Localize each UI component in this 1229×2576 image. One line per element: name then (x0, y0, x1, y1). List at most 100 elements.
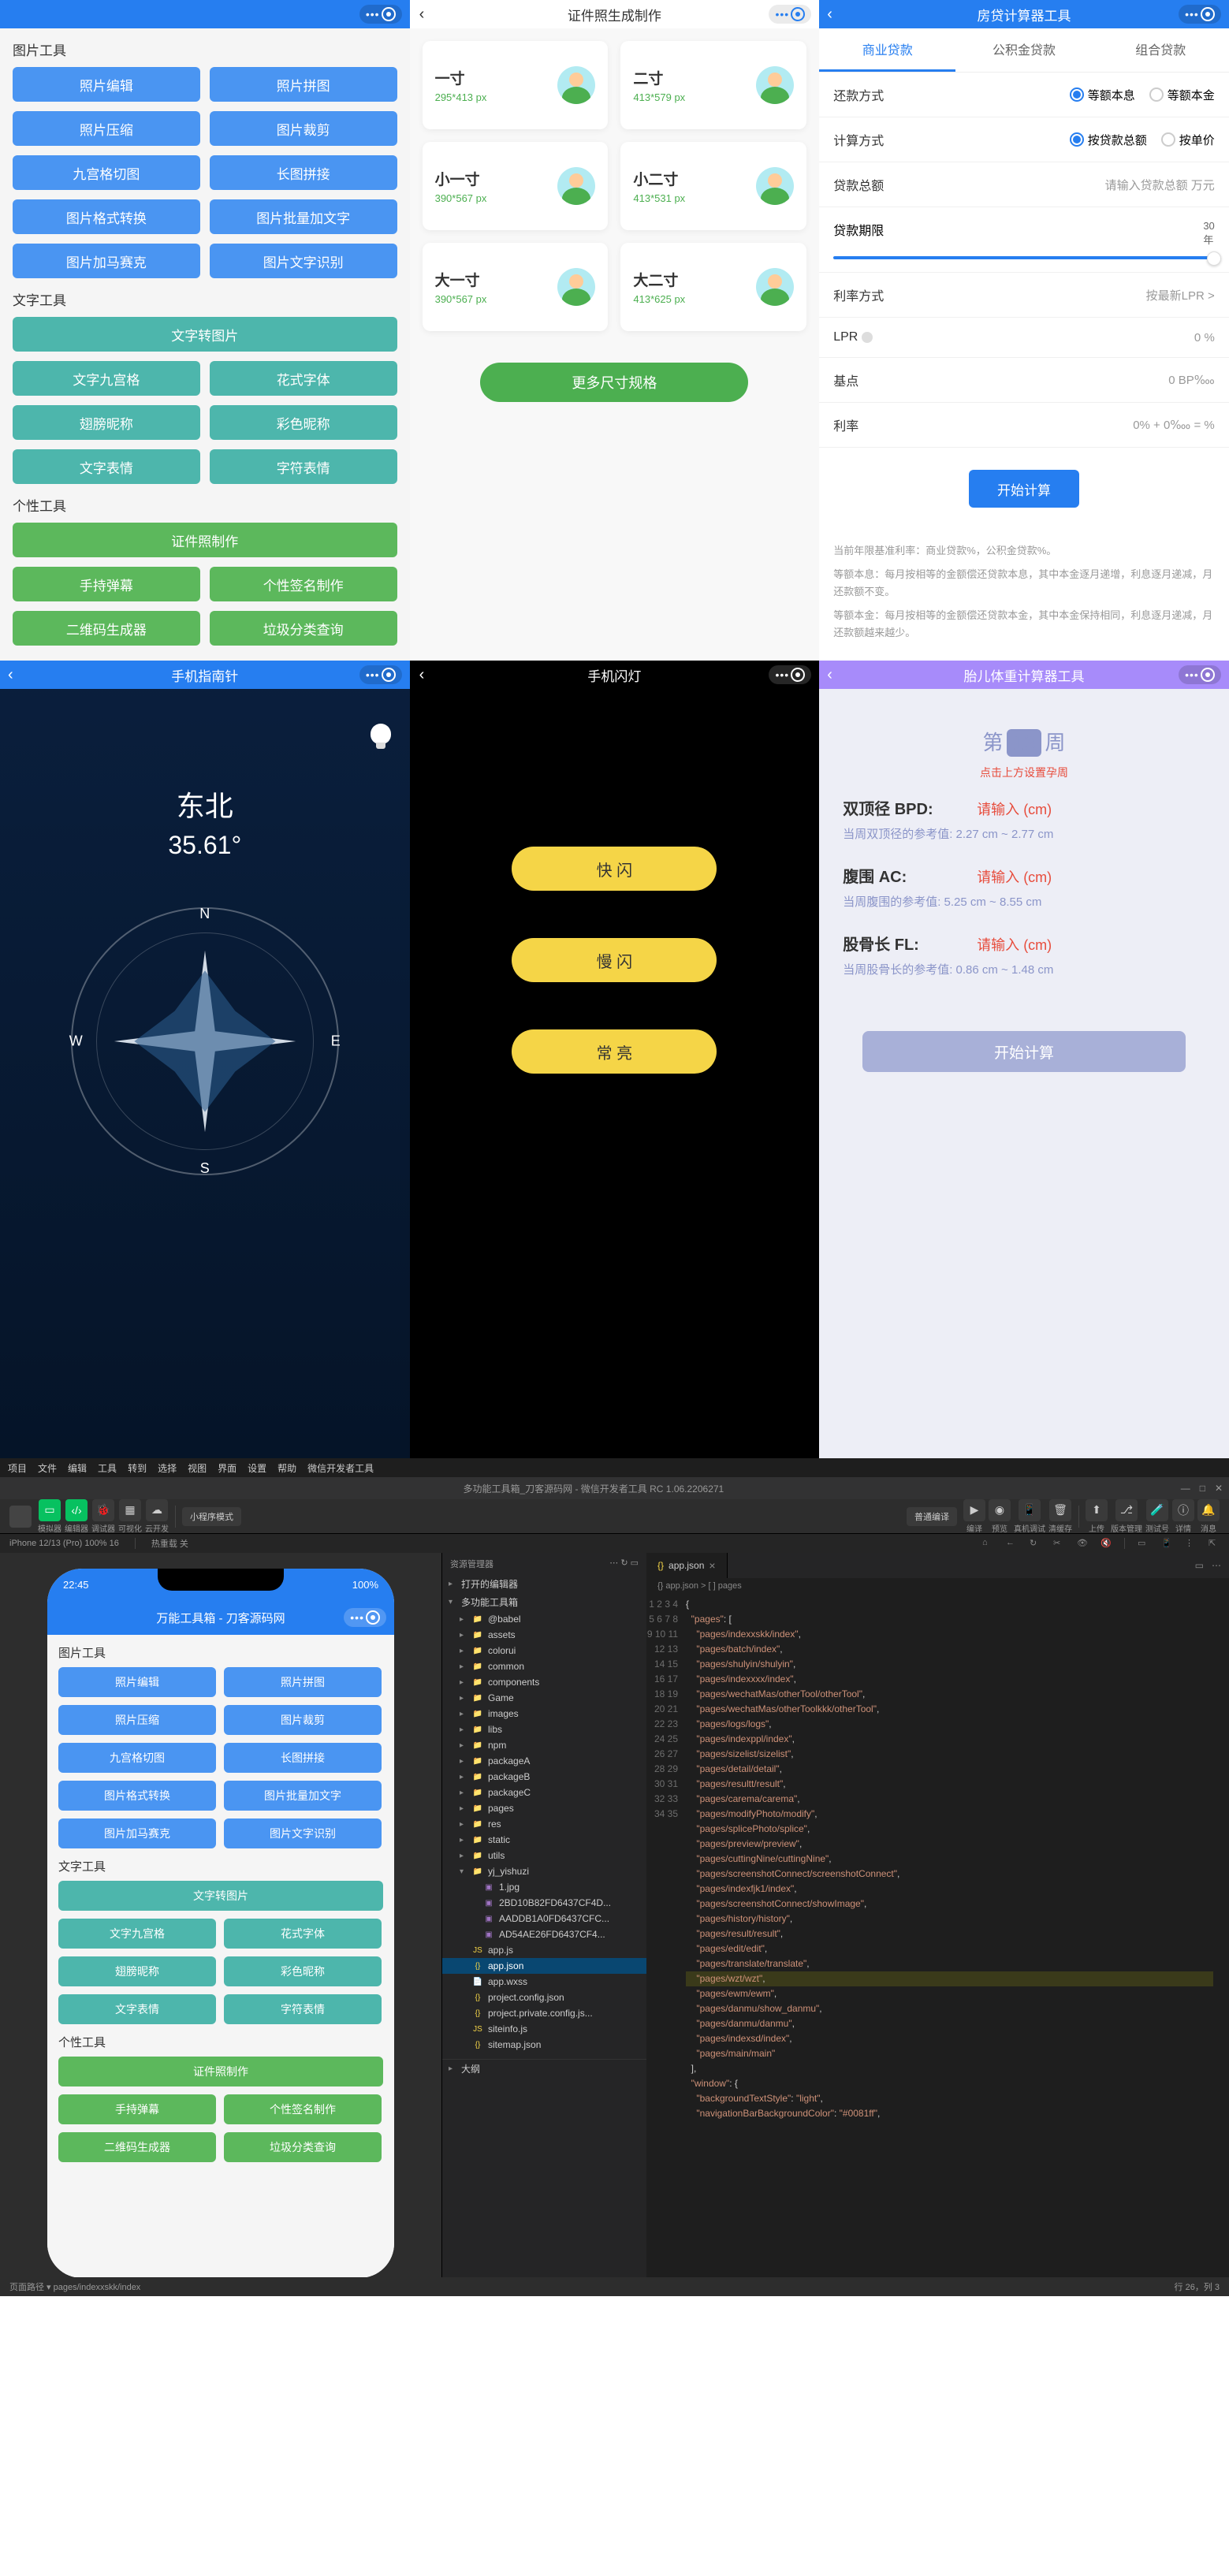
tool-button[interactable]: 手持弹幕 (58, 2094, 216, 2124)
flash-mode-button[interactable]: 慢 闪 (512, 938, 717, 982)
tree-item[interactable]: ▸📁colorui (442, 1643, 646, 1658)
menu-item[interactable]: 编辑 (68, 1461, 87, 1475)
size-card[interactable]: 小一寸390*567 px (423, 142, 609, 230)
debugger-button[interactable]: 🐞 (92, 1499, 114, 1521)
menu-item[interactable]: 微信开发者工具 (307, 1461, 374, 1475)
compile-dropdown[interactable]: 普通编译 (907, 1507, 957, 1526)
radio-equal-interest[interactable]: 等额本息 (1070, 87, 1135, 103)
open-editors[interactable]: ▸打开的编辑器 (442, 1575, 646, 1593)
back-icon[interactable]: ‹ (8, 666, 13, 684)
tool-button[interactable]: 花式字体 (210, 361, 397, 396)
calculate-button[interactable]: 开始计算 (862, 1031, 1186, 1072)
action-button[interactable]: ▶ (963, 1499, 985, 1521)
visual-button[interactable]: ▦ (119, 1499, 141, 1521)
capsule[interactable]: ••• (1179, 5, 1221, 24)
maximize-icon[interactable]: □ (1200, 1483, 1205, 1494)
menu-item[interactable]: 项目 (8, 1461, 27, 1475)
tool-button[interactable]: 个性签名制作 (210, 567, 397, 601)
menu-item[interactable]: 设置 (248, 1461, 266, 1475)
size-card[interactable]: 二寸413*579 px (620, 41, 806, 129)
tool-button[interactable]: 彩色昵称 (224, 1956, 382, 1986)
back-icon[interactable]: ‹ (419, 666, 425, 684)
tree-item[interactable]: ▾📁yj_yishuzi (442, 1863, 646, 1879)
explorer-actions[interactable]: ⋯ ↻ ▭ (609, 1558, 639, 1570)
capsule[interactable]: ••• (344, 1608, 386, 1627)
toolbar-button[interactable]: 🔔 (1197, 1499, 1220, 1521)
tool-button[interactable]: 图片裁剪 (210, 111, 397, 146)
tool-button[interactable]: 文字转图片 (13, 317, 397, 352)
editor-tab[interactable]: {}app.json× (646, 1553, 728, 1578)
bulb-icon[interactable] (371, 724, 391, 744)
back-icon[interactable]: ‹ (419, 6, 425, 24)
tool-button[interactable]: 图片批量加文字 (210, 199, 397, 234)
tool-button[interactable]: 证件照制作 (13, 523, 397, 557)
radio-by-total[interactable]: 按贷款总额 (1070, 132, 1147, 148)
toolbar-button[interactable]: ⓘ (1172, 1499, 1194, 1521)
menu-item[interactable]: 工具 (98, 1461, 117, 1475)
size-card[interactable]: 大二寸413*625 px (620, 243, 806, 331)
loan-tab[interactable]: 组合贷款 (1093, 28, 1229, 72)
tree-item[interactable]: {}project.private.config.js... (442, 2005, 646, 2021)
tree-item[interactable]: ▣1.jpg (442, 1879, 646, 1895)
hot-reload[interactable]: 热重载 关 (151, 1537, 188, 1550)
tool-button[interactable]: 翅膀昵称 (13, 405, 200, 440)
toolbar-button[interactable]: 🧪 (1146, 1499, 1168, 1521)
tree-item[interactable]: {}project.config.json (442, 1990, 646, 2005)
flash-mode-button[interactable]: 快 闪 (512, 847, 717, 891)
tool-button[interactable]: 图片文字识别 (210, 244, 397, 278)
tool-button[interactable]: 照片压缩 (13, 111, 200, 146)
capsule[interactable]: ••• (359, 5, 402, 24)
tool-button[interactable]: 图片批量加文字 (224, 1781, 382, 1811)
tool-button[interactable]: 图片裁剪 (224, 1705, 382, 1735)
tool-button[interactable]: 文字九宫格 (58, 1919, 216, 1949)
simulator-button[interactable]: ▭ (39, 1499, 61, 1521)
tree-item[interactable]: 📄app.wxss (442, 1974, 646, 1990)
action-button[interactable]: ◉ (989, 1499, 1011, 1521)
mute-icon[interactable]: 🔇 (1101, 1538, 1112, 1549)
tree-item[interactable]: ▸📁npm (442, 1737, 646, 1753)
minimize-icon[interactable]: — (1181, 1483, 1190, 1494)
editor-button[interactable]: ‹/› (65, 1499, 88, 1521)
term-slider[interactable] (833, 256, 1215, 259)
tree-item[interactable]: ▸📁components (442, 1674, 646, 1690)
menu-item[interactable]: 帮助 (277, 1461, 296, 1475)
lpr-row[interactable]: LPR 0 % (819, 318, 1229, 358)
tool-button[interactable]: 图片加马赛克 (58, 1818, 216, 1848)
tool-button[interactable]: 照片压缩 (58, 1705, 216, 1735)
loan-tab[interactable]: 商业贷款 (819, 28, 955, 72)
back-icon[interactable]: ← (1006, 1538, 1017, 1549)
tree-item[interactable]: ▸📁images (442, 1706, 646, 1722)
amount-row[interactable]: 贷款总额 请输入贷款总额 万元 (819, 162, 1229, 207)
measure-input[interactable]: 请输入 (cm) (977, 802, 1052, 817)
cloud-button[interactable]: ☁ (146, 1499, 168, 1521)
float-icon[interactable]: ⇱ (1209, 1538, 1220, 1549)
back-icon[interactable]: ‹ (827, 666, 832, 684)
measure-input[interactable]: 请输入 (cm) (977, 869, 1052, 885)
tree-item[interactable]: ▸📁common (442, 1658, 646, 1674)
three-dot-icon[interactable]: ⋮ (1185, 1538, 1196, 1549)
action-button[interactable]: 🗑 (1049, 1499, 1071, 1521)
tree-item[interactable]: ▸📁packageB (442, 1769, 646, 1785)
phone-icon[interactable]: 📱 (1161, 1538, 1172, 1549)
radio-by-unit[interactable]: 按单价 (1161, 132, 1215, 148)
flash-mode-button[interactable]: 常 亮 (512, 1029, 717, 1074)
cut-icon[interactable]: ✂ (1053, 1538, 1064, 1549)
menu-item[interactable]: 界面 (218, 1461, 236, 1475)
tool-button[interactable]: 照片拼图 (224, 1667, 382, 1697)
size-card[interactable]: 小二寸413*531 px (620, 142, 806, 230)
tool-button[interactable]: 二维码生成器 (58, 2132, 216, 2162)
tree-item[interactable]: ▸📁packageC (442, 1785, 646, 1800)
tool-button[interactable]: 二维码生成器 (13, 611, 200, 646)
tree-item[interactable]: {}app.json (442, 1958, 646, 1974)
window-icon[interactable]: ▭ (1138, 1538, 1149, 1549)
tool-button[interactable]: 垃圾分类查询 (224, 2132, 382, 2162)
close-tab-icon[interactable]: × (709, 1559, 715, 1572)
tool-button[interactable]: 文字表情 (58, 1994, 216, 2024)
capsule[interactable]: ••• (769, 5, 811, 24)
tree-item[interactable]: JSapp.js (442, 1942, 646, 1958)
tool-button[interactable]: 证件照制作 (58, 2057, 383, 2086)
tool-button[interactable]: 垃圾分类查询 (210, 611, 397, 646)
tool-button[interactable]: 图片加马赛克 (13, 244, 200, 278)
tool-button[interactable]: 文字九宫格 (13, 361, 200, 396)
tool-button[interactable]: 照片拼图 (210, 67, 397, 102)
